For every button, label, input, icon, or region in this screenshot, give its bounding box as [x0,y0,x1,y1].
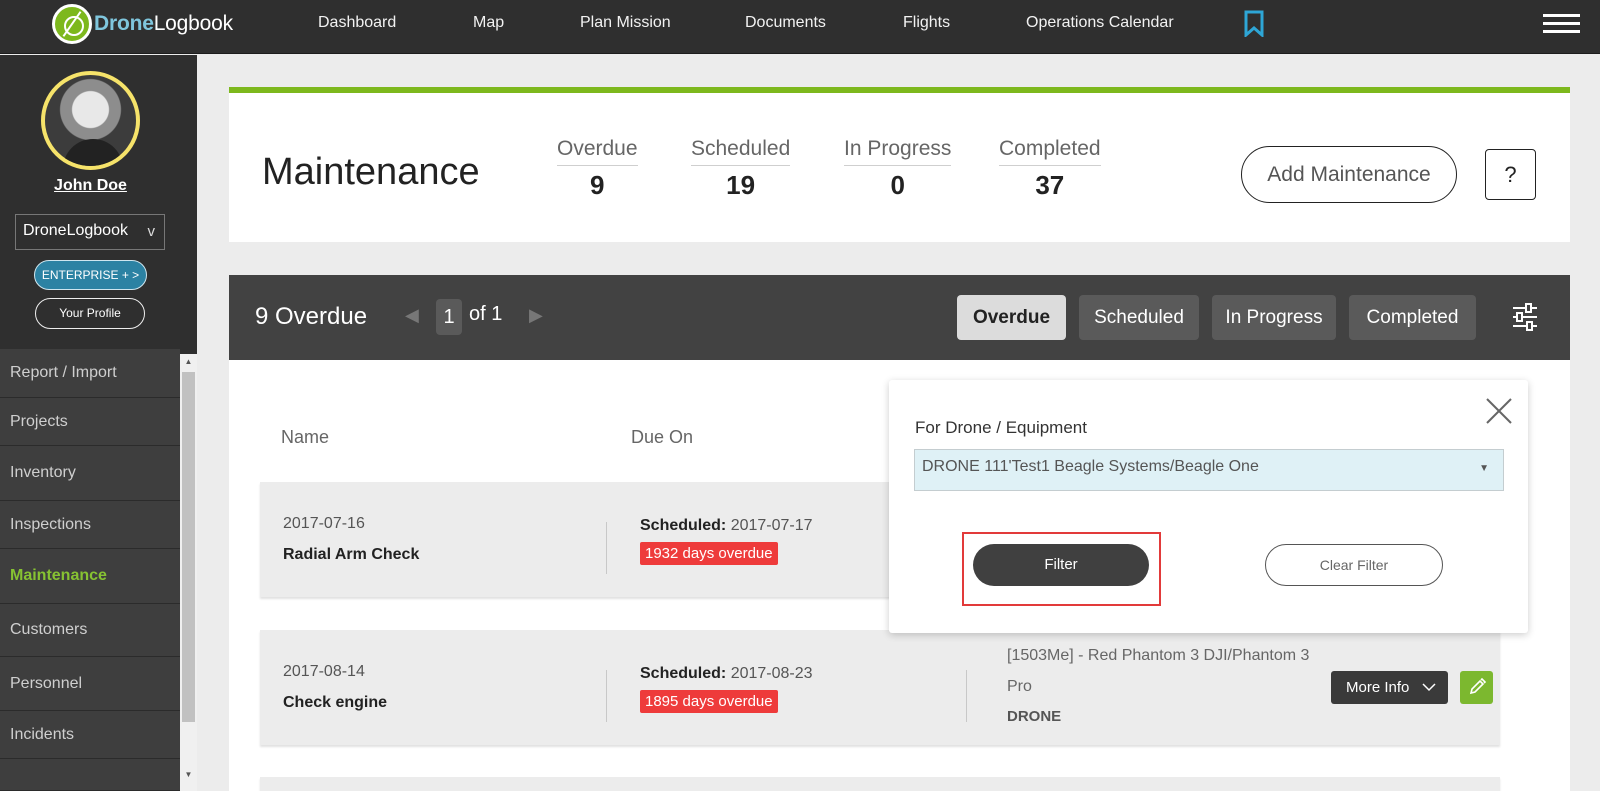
sidebar-item-customers[interactable]: Customers [0,604,180,657]
sidebar-item-personnel[interactable]: Personnel [0,657,180,711]
list-toolbar: 9 Overdue ◀ 1 of 1 ▶ Overdue Scheduled I… [229,275,1570,360]
top-navbar: DroneLogbook Dashboard Map Plan Mission … [0,0,1600,54]
stat-completed[interactable]: Completed 37 [999,137,1101,201]
list-item[interactable]: 2017-08-14 Check engine Scheduled: 2017-… [260,630,1500,745]
sidebar-scroll-thumb[interactable] [182,372,195,722]
sidebar-item-inspections[interactable]: Inspections [0,501,180,549]
page-title: Maintenance [262,151,480,193]
add-maintenance-button[interactable]: Add Maintenance [1241,146,1457,203]
chevron-down-icon [1422,683,1436,692]
close-icon[interactable] [1485,397,1513,425]
scroll-up-arrow-icon[interactable]: ▲ [180,354,197,370]
overdue-badge: 1895 days overdue [640,690,778,713]
sidebar-item-report-import[interactable]: Report / Import [0,349,180,398]
caret-down-icon: ▼ [1479,463,1489,474]
tab-completed[interactable]: Completed [1349,295,1476,340]
enterprise-button[interactable]: ENTERPRISE + > [34,260,147,290]
user-name-link[interactable]: John Doe [0,177,181,195]
logo-icon [52,4,92,44]
equipment-select[interactable]: DRONE 111'Test1 Beagle Systems/Beagle On… [914,449,1504,491]
column-header-due-on: Due On [631,427,694,447]
nav-operations-calendar[interactable]: Operations Calendar [1026,14,1174,32]
scroll-down-arrow-icon[interactable]: ▼ [180,767,197,783]
nav-flights[interactable]: Flights [903,14,950,32]
stat-scheduled[interactable]: Scheduled 19 [691,137,791,201]
equipment-type: DRONE [1007,708,1062,725]
filter-popover: For Drone / Equipment DRONE 111'Test1 Be… [889,380,1528,633]
list-item[interactable] [260,777,1500,791]
sidebar-item-more[interactable] [0,759,180,791]
page-number[interactable]: 1 [436,299,462,335]
sliders-filter-icon[interactable] [1512,303,1538,331]
page-total: of 1 [469,303,503,325]
next-page-icon[interactable]: ▶ [529,305,543,326]
bookmark-icon[interactable] [1243,10,1265,37]
logo[interactable]: DroneLogbook [52,4,233,44]
list-count-label: 9 Overdue [255,303,368,330]
pencil-icon [1469,677,1487,695]
tab-in-progress[interactable]: In Progress [1212,295,1336,340]
overdue-badge: 1932 days overdue [640,542,778,565]
nav-documents[interactable]: Documents [745,14,826,32]
nav-map[interactable]: Map [473,14,504,32]
column-header-name: Name [281,427,330,447]
sidebar-menu: Report / Import Projects Inventory Inspe… [0,349,180,791]
help-button[interactable]: ? [1485,149,1536,200]
sidebar-item-incidents[interactable]: Incidents [0,711,180,759]
your-profile-button[interactable]: Your Profile [35,298,145,329]
clear-filter-button[interactable]: Clear Filter [1265,544,1443,586]
nav-dashboard[interactable]: Dashboard [318,14,396,32]
organization-select[interactable]: DroneLogbook v [15,214,165,250]
avatar[interactable] [41,71,140,170]
nav-plan-mission[interactable]: Plan Mission [580,14,671,32]
tab-scheduled[interactable]: Scheduled [1079,295,1199,340]
tab-overdue[interactable]: Overdue [957,295,1066,340]
stat-overdue[interactable]: Overdue 9 [557,137,638,201]
sidebar-item-maintenance[interactable]: Maintenance [0,549,180,604]
chevron-down-icon: v [147,223,156,240]
prev-page-icon[interactable]: ◀ [405,305,419,326]
sidebar-item-inventory[interactable]: Inventory [0,446,180,501]
edit-button[interactable] [1460,671,1493,704]
more-info-button[interactable]: More Info [1331,671,1448,704]
equipment-name: [1503Me] - Red Phantom 3 DJI/Phantom 3 P… [1007,647,1310,695]
stat-in-progress[interactable]: In Progress 0 [844,137,952,201]
hamburger-menu-icon[interactable] [1543,14,1580,34]
sidebar-item-projects[interactable]: Projects [0,398,180,446]
maintenance-summary-card: Maintenance Overdue 9 Scheduled 19 In Pr… [229,87,1570,242]
filter-equipment-label: For Drone / Equipment [915,418,1087,437]
filter-button[interactable]: Filter [973,544,1149,586]
